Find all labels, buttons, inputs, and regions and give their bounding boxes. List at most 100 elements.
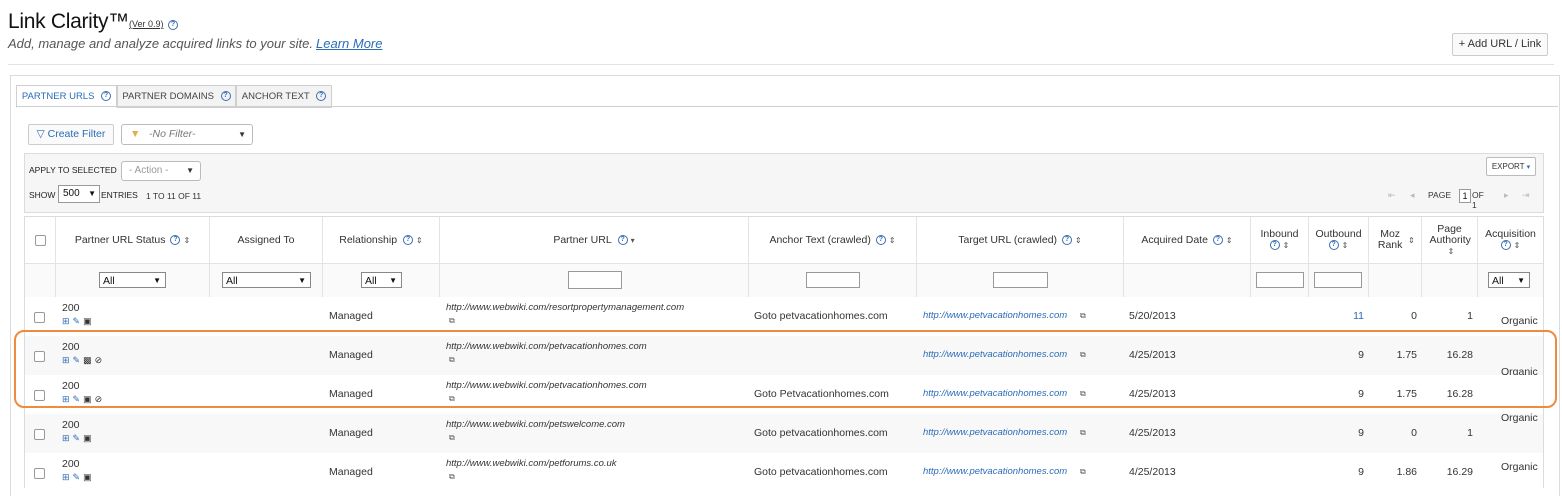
outbound-value[interactable]: 11 [1309,310,1364,322]
assigned-filter-select[interactable]: All ▼ [222,272,311,288]
target-url-link[interactable]: http://www.petvacationhomes.com [923,349,1067,360]
partner-url-value[interactable]: http://www.webwiki.com/petvacationhomes.… [446,380,647,391]
col-moz-rank[interactable]: Moz Rank ⇕ [1369,217,1422,263]
help-icon[interactable]: ? [403,235,414,245]
last-page-icon[interactable]: ⇥ [1522,190,1530,201]
sort-icon[interactable]: ⇕ [1408,235,1415,246]
status-filter-select[interactable]: All ▼ [99,272,166,288]
help-icon[interactable]: ? [1328,240,1339,251]
sort-icon[interactable]: ⇕ [889,235,896,246]
help-icon[interactable]: ? [168,20,178,30]
action-select[interactable]: - Action - ▼ [121,161,201,181]
note-icon[interactable]: ▣ [83,316,92,327]
col-assigned-to[interactable]: Assigned To [210,217,323,263]
sort-icon[interactable]: ⇕ [1448,246,1455,257]
select-all-checkbox[interactable] [34,234,46,246]
table-row[interactable]: 200 ⊞ ✎ ▣ Managed http://www.webwiki.com/p… [25,412,1543,454]
block-icon[interactable]: ⊘ [95,355,103,366]
entries-select[interactable]: 500 ▼ [58,185,100,203]
table-row[interactable]: 200 ⊞ ✎ ▣ ⊘ Managed http://www.webwiki.com/… [25,375,1543,415]
filter-select[interactable]: ▼ -No Filter- ▼ [121,124,253,145]
sort-icon[interactable]: ⇕ [1342,241,1349,250]
table-row[interactable]: 200 ⊞ ✎ ▣ Managed http://www.webwiki.com/r… [25,297,1543,337]
col-partner-url[interactable]: Partner URL ? ▾ [440,217,749,263]
row-checkbox[interactable] [34,390,45,401]
edit-icon[interactable]: ✎ [73,394,81,405]
help-icon[interactable]: ? [1500,240,1511,251]
partner-url-value[interactable]: http://www.webwiki.com/petswelcome.com [446,419,625,430]
external-link-icon[interactable]: ⧉ [449,316,455,326]
edit-icon[interactable]: ✎ [73,472,81,483]
sort-icon[interactable]: ⇕ [1075,235,1082,246]
export-button[interactable]: EXPORT ▾ [1486,157,1536,176]
add-url-button[interactable]: + Add URL / Link [1452,33,1548,56]
expand-icon[interactable]: ⊞ [62,472,70,483]
sort-icon[interactable]: ⇕ [1514,241,1521,250]
target-url-link[interactable]: http://www.petvacationhomes.com [923,466,1067,477]
col-anchor-text[interactable]: Anchor Text (crawled) ? ⇕ [749,217,917,263]
help-icon[interactable]: ? [1269,240,1280,251]
help-icon[interactable]: ? [1062,235,1073,245]
col-outbound[interactable]: Outbound ? ⇕ [1309,217,1369,263]
external-link-icon[interactable]: ⧉ [1080,467,1086,477]
help-icon[interactable]: ? [617,235,628,245]
col-inbound[interactable]: Inbound ? ⇕ [1251,217,1309,263]
partner-url-filter-input[interactable] [568,271,622,289]
sort-icon[interactable]: ⇕ [183,235,190,246]
col-acquired-date[interactable]: Acquired Date ? ⇕ [1124,217,1251,263]
row-checkbox[interactable] [34,351,45,362]
next-page-icon[interactable]: ▸ [1504,190,1509,201]
first-page-icon[interactable]: ⇤ [1388,190,1396,201]
tab-partner-urls[interactable]: PARTNER URLS ? [16,85,117,108]
col-page-authority[interactable]: Page Authority ⇕ [1422,217,1478,263]
expand-icon[interactable]: ⊞ [62,433,70,444]
relationship-filter-select[interactable]: All ▼ [361,272,402,288]
edit-icon[interactable]: ✎ [73,316,81,327]
sort-desc-icon[interactable]: ▾ [631,235,635,246]
help-icon[interactable]: ? [101,91,112,102]
expand-icon[interactable]: ⊞ [62,394,70,405]
external-link-icon[interactable]: ⧉ [1080,311,1086,321]
external-link-icon[interactable]: ⧉ [1080,350,1086,360]
table-row[interactable]: 200 ⊞ ✎ ▣ Managed http://www.webwiki.com/p… [25,453,1543,488]
edit-icon[interactable]: ✎ [73,433,81,444]
help-icon[interactable]: ? [1212,235,1223,245]
image-icon[interactable]: ▩ [83,355,92,366]
page-input[interactable]: 1 [1459,189,1471,203]
external-link-icon[interactable]: ⧉ [449,472,455,482]
learn-more-link[interactable]: Learn More [316,36,382,51]
inbound-filter-input[interactable] [1256,272,1304,288]
help-icon[interactable]: ? [170,235,181,245]
external-link-icon[interactable]: ⧉ [449,355,455,365]
target-url-link[interactable]: http://www.petvacationhomes.com [923,427,1067,438]
outbound-filter-input[interactable] [1314,272,1362,288]
external-link-icon[interactable]: ⧉ [449,433,455,443]
help-icon[interactable]: ? [875,235,886,245]
external-link-icon[interactable]: ⧉ [1080,389,1086,399]
target-url-link[interactable]: http://www.petvacationhomes.com [923,388,1067,399]
note-icon[interactable]: ▣ [83,433,92,444]
version-link[interactable]: (Ver 0.9) [129,19,164,29]
col-partner-url-status[interactable]: Partner URL Status ? ⇕ [56,217,210,263]
help-icon[interactable]: ? [220,91,231,102]
external-link-icon[interactable]: ⧉ [1080,428,1086,438]
target-filter-input[interactable] [993,272,1048,288]
prev-page-icon[interactable]: ◂ [1410,190,1415,201]
row-checkbox[interactable] [34,312,45,323]
tab-partner-domains[interactable]: PARTNER DOMAINS ? [117,85,236,108]
table-row[interactable]: 200 ⊞ ✎ ▩ ⊘ Managed http://www.webwiki.com/… [25,336,1543,378]
block-icon[interactable]: ⊘ [95,394,103,405]
create-filter-button[interactable]: ▽ Create Filter [28,124,114,145]
sort-icon[interactable]: ⇕ [416,235,423,246]
note-icon[interactable]: ▣ [83,394,92,405]
acquisition-filter-select[interactable]: All ▼ [1488,272,1530,288]
edit-icon[interactable]: ✎ [73,355,81,366]
tab-anchor-text[interactable]: ANCHOR TEXT ? [236,85,332,108]
sort-icon[interactable]: ⇕ [1226,235,1233,246]
help-icon[interactable]: ? [316,91,327,102]
row-checkbox[interactable] [34,468,45,479]
sort-icon[interactable]: ⇕ [1283,241,1290,250]
partner-url-value[interactable]: http://www.webwiki.com/petvacationhomes.… [446,341,647,352]
col-relationship[interactable]: Relationship ? ⇕ [323,217,440,263]
note-icon[interactable]: ▣ [83,472,92,483]
